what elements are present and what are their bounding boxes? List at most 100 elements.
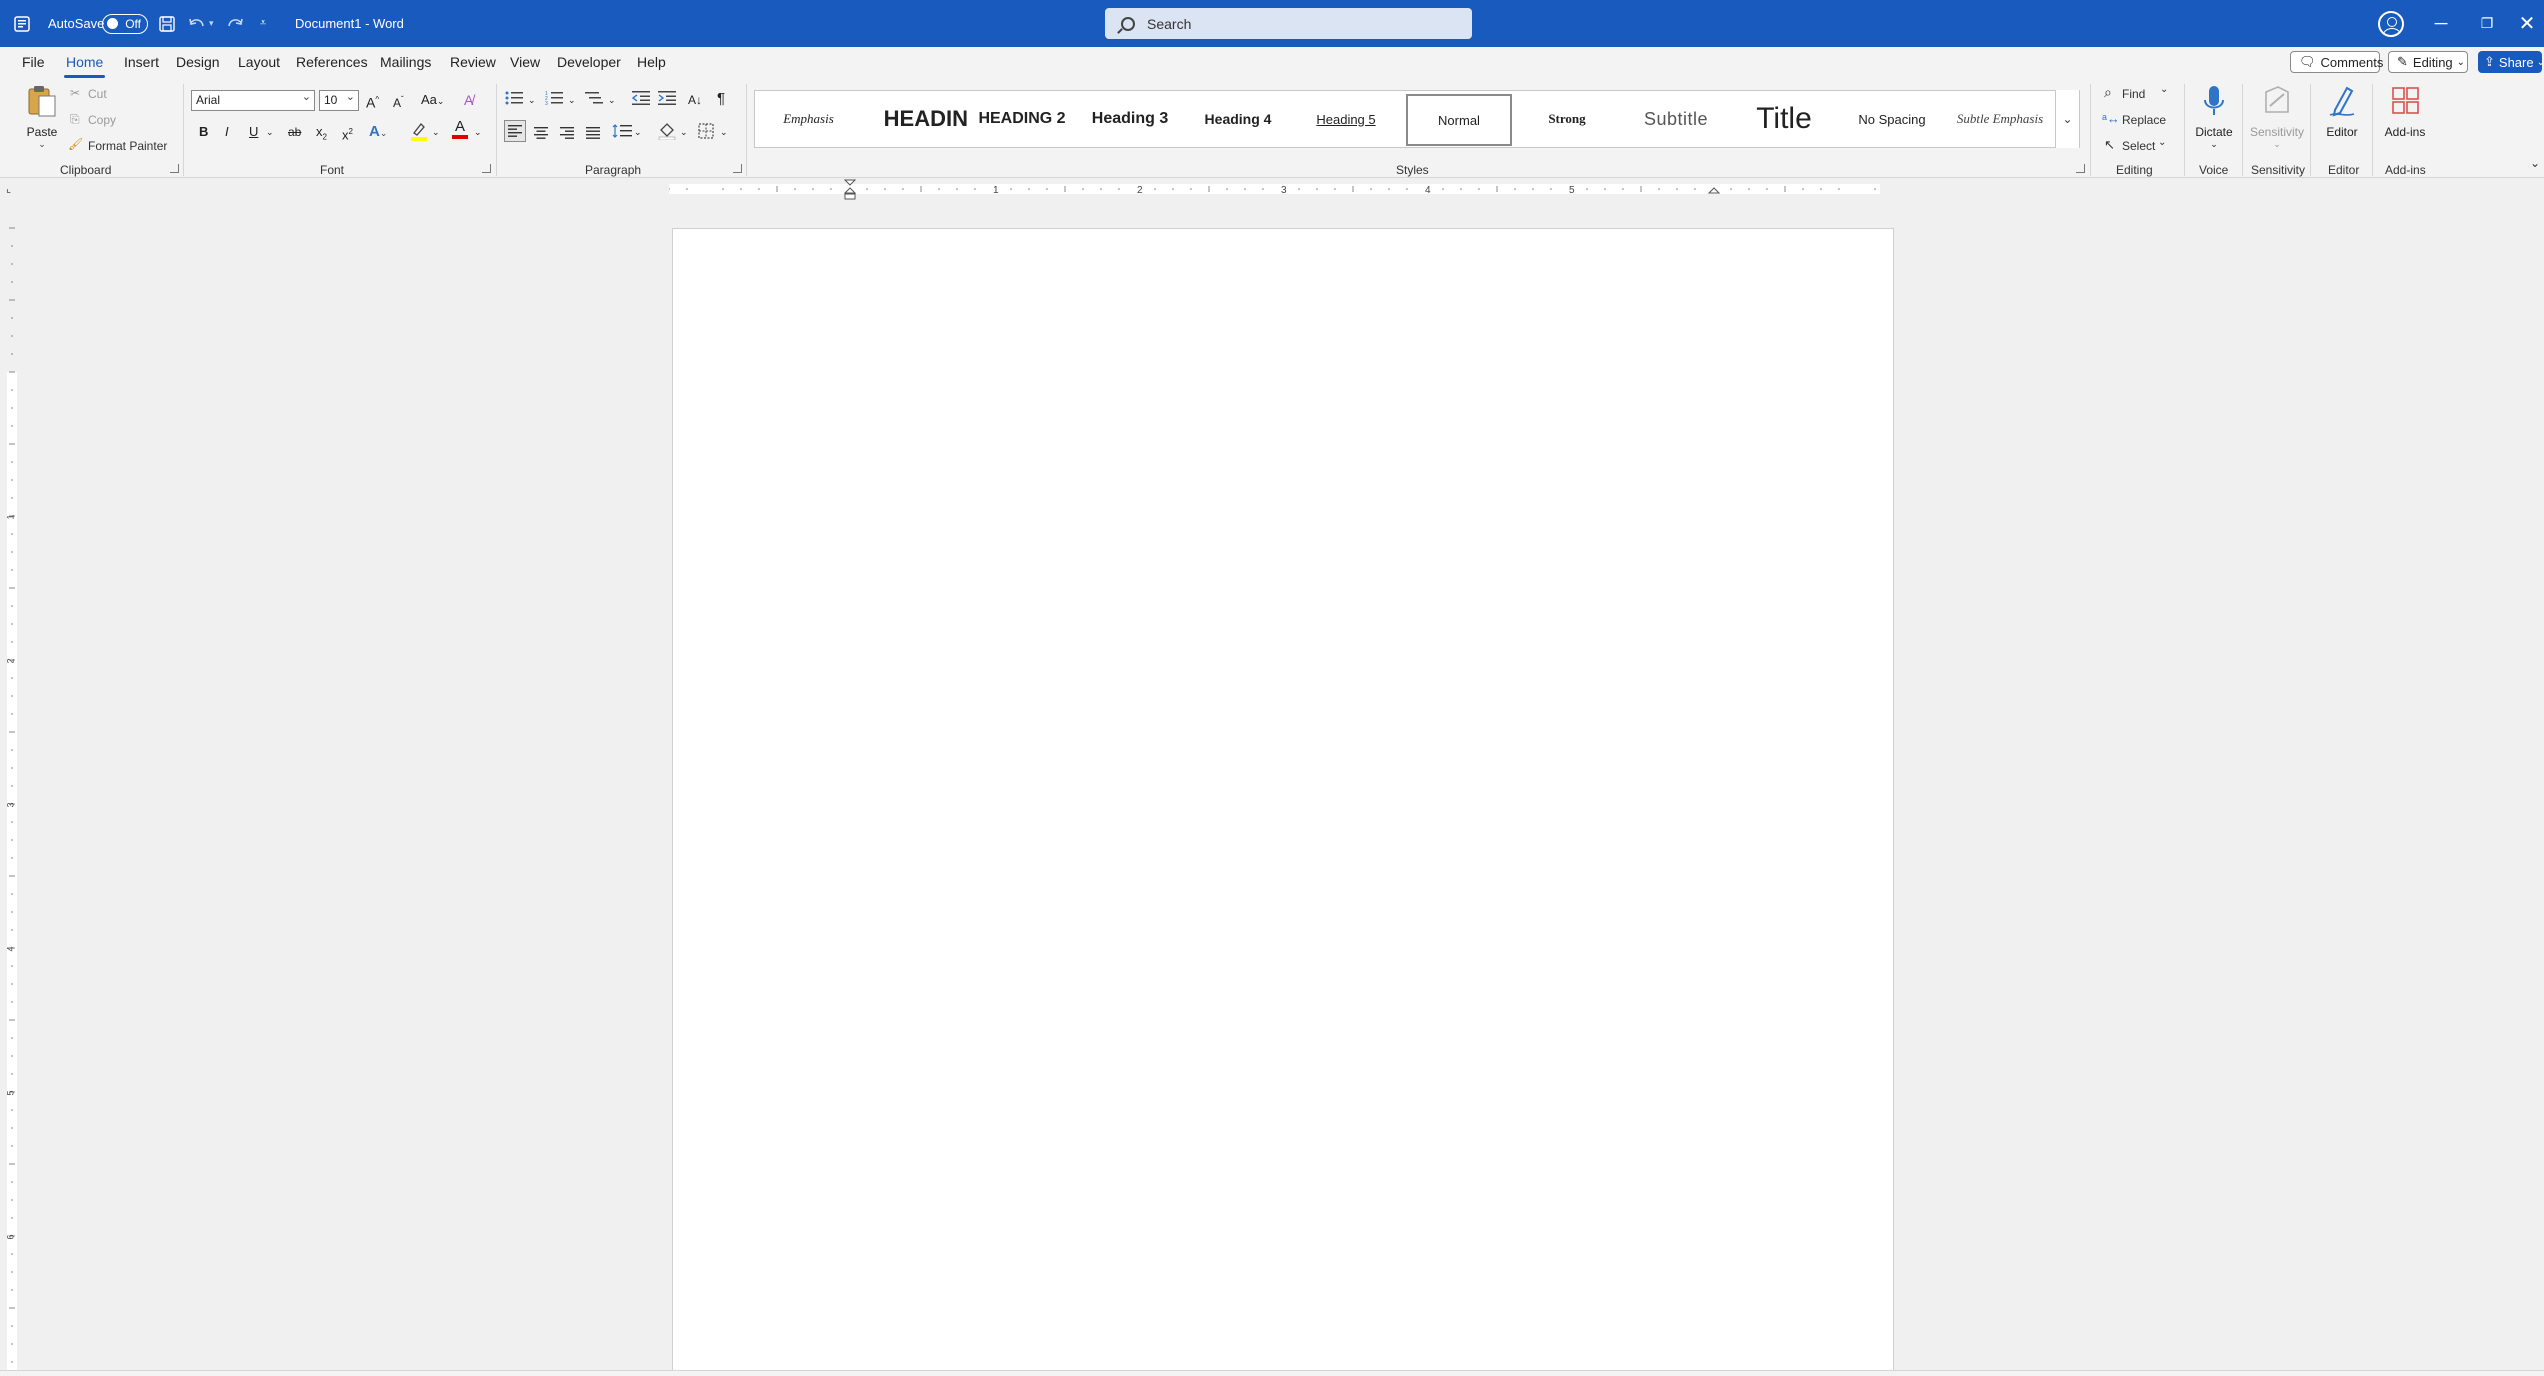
clear-formatting-icon[interactable]: A̸ bbox=[464, 90, 473, 110]
decrease-indent-button[interactable] bbox=[631, 90, 650, 111]
select-icon[interactable]: ↖ bbox=[2104, 137, 2115, 153]
find-icon[interactable]: ⌕ bbox=[2104, 84, 2112, 101]
close-icon[interactable]: ✕ bbox=[2510, 0, 2544, 47]
style-normal[interactable]: Normal bbox=[1406, 94, 1512, 146]
style-heading-1[interactable]: HEADIN bbox=[862, 91, 968, 147]
increase-indent-button[interactable] bbox=[658, 90, 676, 111]
tab-review[interactable]: Review bbox=[450, 54, 496, 70]
minimize-icon[interactable]: ─ bbox=[2418, 0, 2464, 47]
font-size-select[interactable]: 10 bbox=[319, 90, 359, 111]
comments-button[interactable]: 🗨 Comments bbox=[2290, 51, 2383, 73]
tab-help[interactable]: Help bbox=[637, 54, 666, 70]
subscript-button[interactable]: x2 bbox=[316, 122, 327, 148]
style-subtitle[interactable]: Subtitle bbox=[1622, 91, 1730, 147]
font-launcher-icon[interactable] bbox=[482, 164, 491, 173]
undo-icon[interactable] bbox=[188, 0, 206, 47]
tab-file[interactable]: File bbox=[22, 54, 45, 70]
tab-references[interactable]: References bbox=[296, 54, 368, 70]
style-strong[interactable]: Strong bbox=[1512, 91, 1622, 147]
replace-button[interactable]: Replace bbox=[2122, 113, 2166, 127]
cut-icon[interactable]: ✂ bbox=[70, 86, 80, 100]
align-right-button[interactable] bbox=[560, 124, 574, 144]
chevron-down-icon[interactable]: ⌄ bbox=[266, 122, 274, 142]
line-spacing-button[interactable] bbox=[612, 123, 632, 143]
shading-button[interactable] bbox=[658, 122, 676, 145]
tab-design[interactable]: Design bbox=[176, 54, 220, 70]
chevron-down-icon[interactable]: ⌄ bbox=[2160, 84, 2168, 95]
add-ins-button[interactable]: Add-ins bbox=[2380, 84, 2430, 139]
save-icon[interactable] bbox=[158, 0, 176, 47]
align-center-button[interactable] bbox=[534, 124, 548, 144]
redo-icon[interactable] bbox=[226, 0, 244, 47]
cut-button[interactable]: Cut bbox=[88, 87, 107, 101]
text-effects-button[interactable]: A⌄ bbox=[369, 122, 387, 143]
word-app-icon[interactable] bbox=[14, 0, 30, 47]
strikethrough-button[interactable]: ab bbox=[288, 122, 301, 142]
chevron-down-icon[interactable]: ⌄ bbox=[2158, 137, 2166, 148]
styles-more-button[interactable]: ⌄ bbox=[2055, 90, 2079, 148]
sensitivity-button[interactable]: Sensitivity ⌄ bbox=[2248, 84, 2306, 150]
share-button[interactable]: ⇪ Share ⌄ bbox=[2478, 51, 2544, 73]
restore-icon[interactable]: ❐ bbox=[2464, 0, 2510, 47]
style-heading-5[interactable]: Heading 5 bbox=[1292, 91, 1400, 147]
tab-home[interactable]: Home bbox=[63, 54, 106, 78]
autosave-toggle[interactable]: Off bbox=[102, 0, 148, 47]
editing-mode-button[interactable]: ✎ Editing ⌄ bbox=[2388, 51, 2468, 73]
justify-button[interactable] bbox=[586, 124, 600, 144]
grow-font-button[interactable]: A^ bbox=[366, 90, 379, 113]
font-color-button[interactable]: A bbox=[452, 119, 468, 139]
style-title[interactable]: Title bbox=[1730, 91, 1838, 147]
chevron-down-icon[interactable]: ⌄ bbox=[528, 90, 536, 110]
bullets-button[interactable] bbox=[505, 90, 523, 111]
chevron-down-icon[interactable]: ⌄ bbox=[568, 90, 576, 110]
chevron-down-icon[interactable]: ⌄ bbox=[634, 122, 642, 142]
tab-developer[interactable]: Developer bbox=[557, 54, 621, 70]
clipboard-launcher-icon[interactable] bbox=[170, 164, 179, 173]
dictate-button[interactable]: Dictate ⌄ bbox=[2190, 84, 2238, 150]
numbering-button[interactable]: 123 bbox=[545, 90, 563, 111]
sort-button[interactable]: A↓ bbox=[688, 90, 702, 110]
right-indent-marker-icon[interactable] bbox=[1707, 178, 1721, 202]
search-input[interactable]: Search bbox=[1105, 8, 1472, 39]
align-left-button[interactable] bbox=[504, 120, 526, 142]
chevron-down-icon[interactable]: ⌄ bbox=[608, 90, 616, 110]
paste-button[interactable]: Paste ⌄ bbox=[22, 84, 62, 150]
style-heading-2[interactable]: HEADING 2 bbox=[968, 91, 1076, 147]
style-subtle-emphasis[interactable]: Subtle Emphasis bbox=[1946, 91, 2054, 147]
italic-button[interactable]: I bbox=[225, 122, 229, 142]
undo-dropdown-icon[interactable]: ▾ bbox=[209, 0, 214, 47]
chevron-down-icon[interactable]: ⌄ bbox=[432, 122, 440, 142]
indent-marker-icon[interactable] bbox=[843, 178, 857, 202]
font-name-select[interactable]: Arial bbox=[191, 90, 315, 111]
chevron-down-icon[interactable]: ⌄ bbox=[720, 122, 728, 142]
superscript-button[interactable]: x2 bbox=[342, 122, 353, 145]
format-painter-icon[interactable]: 🖌 bbox=[68, 137, 83, 151]
collapse-ribbon-icon[interactable]: ⌄ bbox=[2530, 156, 2540, 170]
chevron-down-icon[interactable]: ⌄ bbox=[680, 122, 688, 142]
bold-button[interactable]: B bbox=[199, 122, 208, 142]
shrink-font-button[interactable]: Aˇ bbox=[393, 90, 404, 113]
replace-icon[interactable]: ᵃ↔ bbox=[2102, 111, 2120, 126]
style-no-spacing[interactable]: No Spacing bbox=[1838, 91, 1946, 147]
copy-icon[interactable]: ⎘ bbox=[70, 112, 80, 127]
underline-button[interactable]: U bbox=[249, 122, 258, 142]
multilevel-list-button[interactable] bbox=[585, 90, 603, 111]
tab-layout[interactable]: Layout bbox=[238, 54, 280, 70]
customize-qat-icon[interactable]: ⩡ bbox=[260, 0, 266, 47]
tab-insert[interactable]: Insert bbox=[124, 54, 159, 70]
editor-button[interactable]: Editor bbox=[2318, 84, 2366, 139]
chevron-down-icon[interactable]: ⌄ bbox=[474, 122, 482, 142]
document-page[interactable] bbox=[672, 228, 1894, 1376]
format-painter-button[interactable]: Format Painter bbox=[88, 139, 167, 153]
style-heading-4[interactable]: Heading 4 bbox=[1184, 91, 1292, 147]
find-button[interactable]: Find bbox=[2122, 87, 2145, 101]
style-heading-3[interactable]: Heading 3 bbox=[1076, 91, 1184, 147]
show-formatting-button[interactable]: ¶ bbox=[717, 89, 725, 109]
account-icon[interactable] bbox=[2378, 0, 2404, 47]
style-emphasis[interactable]: Emphasis bbox=[755, 91, 862, 147]
highlight-color-button[interactable] bbox=[410, 121, 428, 146]
borders-button[interactable] bbox=[698, 123, 714, 144]
tab-mailings[interactable]: Mailings bbox=[380, 54, 431, 70]
select-button[interactable]: Select bbox=[2122, 139, 2155, 153]
styles-launcher-icon[interactable] bbox=[2076, 164, 2085, 173]
